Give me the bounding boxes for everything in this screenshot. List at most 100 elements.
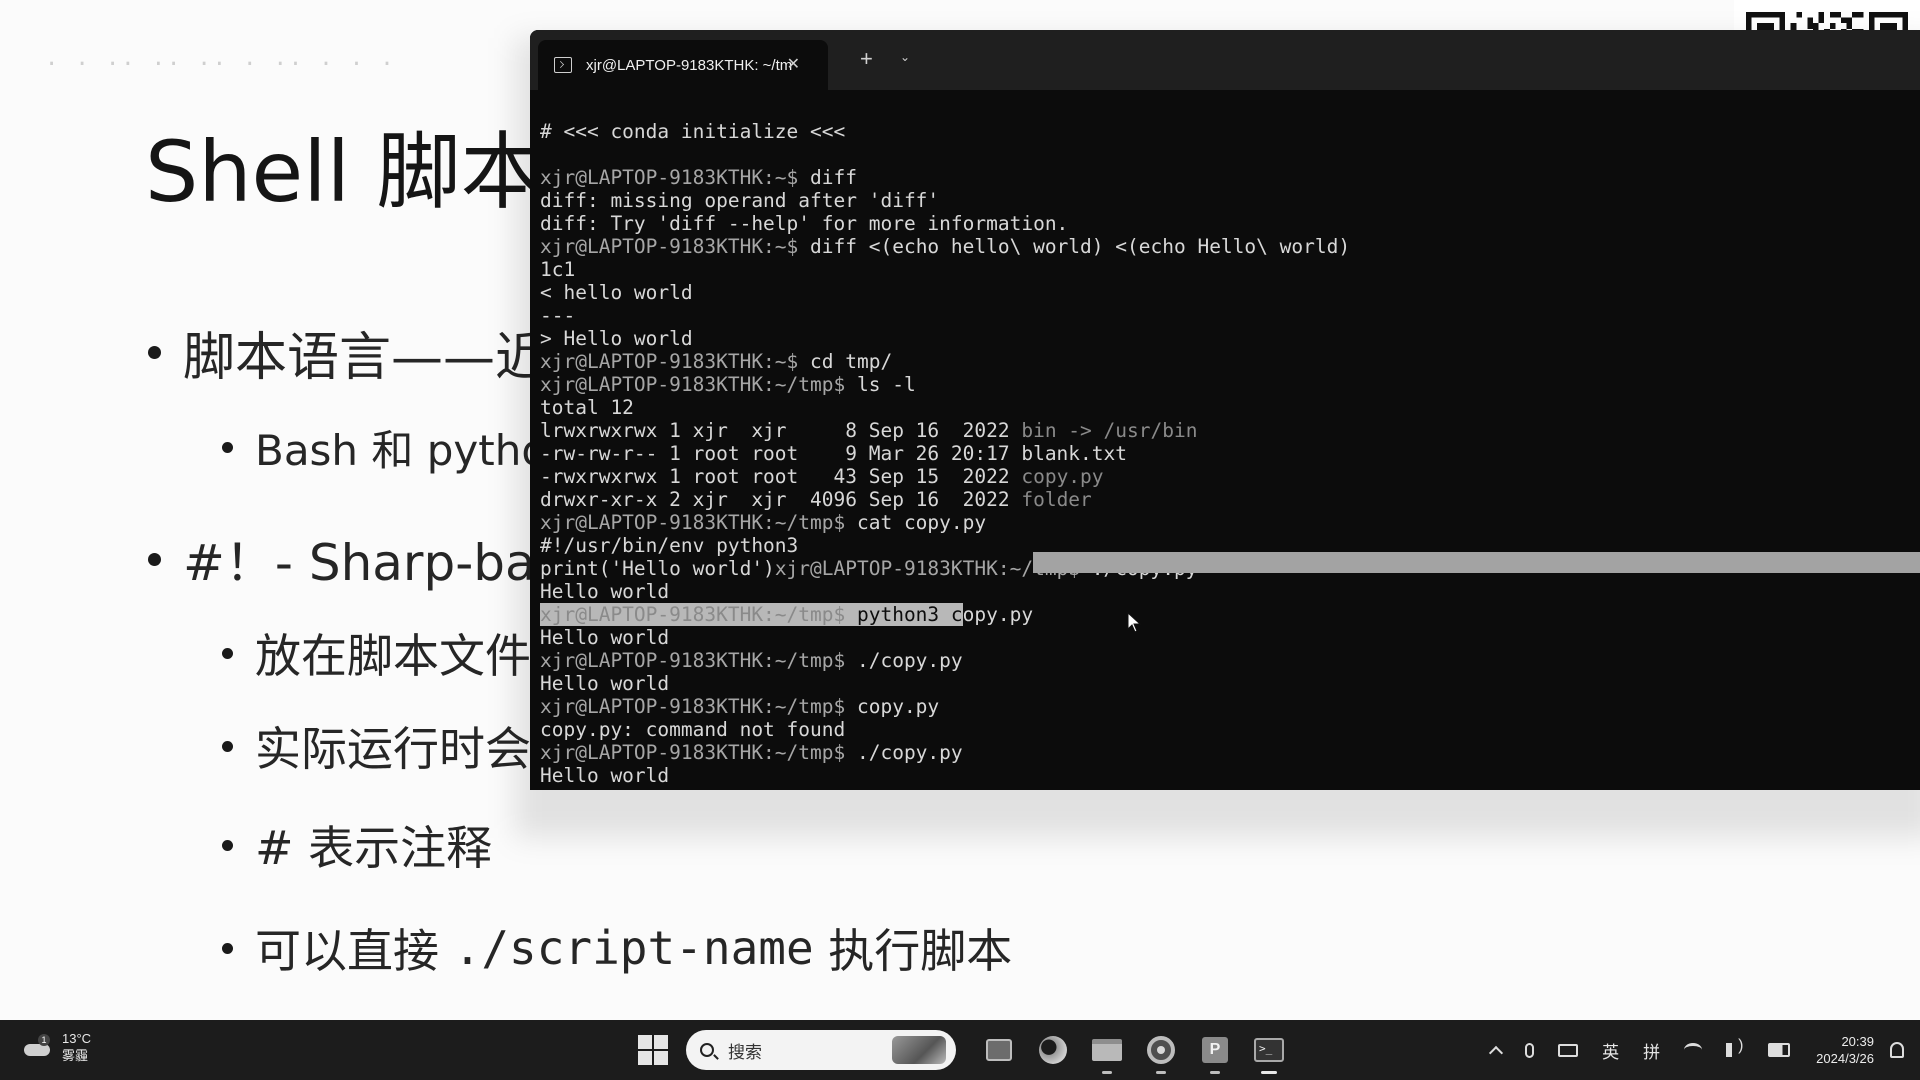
terminal-line: xjr@LAPTOP-9183KTHK:~/tmp$ ls -l [540, 373, 1920, 396]
ime-mode-button[interactable]: 拼 [1643, 1038, 1660, 1063]
terminal-text: diff <(echo hello\ world) <(echo Hello\ … [810, 235, 1351, 258]
terminal-line: xjr@LAPTOP-9183KTHK:~/tmp$ cat copy.py [540, 511, 1920, 534]
terminal-text: diff: missing operand after 'diff' [540, 189, 940, 212]
terminal-file-name: copy.py [1021, 465, 1104, 488]
powerpoint-icon: P [1202, 1037, 1228, 1063]
terminal-text: ./copy.py [856, 649, 963, 672]
chevron-down-icon[interactable]: ⌄ [900, 50, 910, 64]
terminal-text: copy.py [856, 695, 940, 718]
terminal-command: opy.py [962, 603, 1034, 626]
folder-icon [1092, 1039, 1122, 1061]
terminal-text: drwxr-xr-x 2 xjr xjr 4096 Sep 16 2022 [540, 488, 1022, 511]
terminal-taskbar-button[interactable]: >_ [1249, 1030, 1289, 1074]
bullet-level2: # 表示注释 [222, 812, 492, 878]
terminal-command: python3 c [856, 603, 963, 626]
edge-button[interactable] [1033, 1030, 1073, 1070]
start-button[interactable] [638, 1035, 668, 1065]
battery-icon [1768, 1043, 1791, 1057]
terminal-line: copy.py: command not found [540, 718, 1920, 741]
bullet-code: ./script-name [453, 921, 814, 975]
terminal-text: > Hello world [540, 327, 693, 350]
bullet-dot [222, 647, 233, 659]
terminal-text: ./copy.py [856, 741, 963, 764]
terminal-text: diff [810, 166, 857, 189]
terminal-line: xjr@LAPTOP-9183KTHK:~/tmp$ ./copy.py [540, 741, 1920, 764]
terminal-line: drwxr-xr-x 2 xjr xjr 4096 Sep 16 2022 fo… [540, 488, 1920, 511]
network-button[interactable] [1684, 1043, 1703, 1057]
notification-bell-icon[interactable] [1890, 1042, 1904, 1058]
bullet-text: Bash 和 pytho [255, 426, 548, 475]
terminal-line: xjr@LAPTOP-9183KTHK:~$ diff [540, 166, 1920, 189]
wifi-icon [1684, 1043, 1703, 1057]
bullet-dot [148, 552, 161, 566]
chrome-button[interactable] [1141, 1030, 1181, 1074]
terminal-output[interactable]: # <<< conda initialize <<< xjr@LAPTOP-918… [540, 120, 1920, 790]
terminal-text: lrwxrwxrwx 1 xjr xjr 8 Sep 16 2022 [540, 419, 1022, 442]
terminal-prompt: xjr@LAPTOP-9183KTHK:~$ [540, 166, 811, 189]
bullet-text: 执行脚本 [813, 924, 1013, 978]
taskbar-center: 搜索 P >_ [638, 1028, 1296, 1074]
bullet-level2: 实际运行时会 [222, 713, 531, 779]
mouse-pointer-icon [1127, 612, 1142, 633]
ime-language-button[interactable]: 英 [1602, 1038, 1619, 1063]
search-icon [700, 1043, 714, 1057]
powerpoint-button[interactable]: P [1195, 1030, 1235, 1074]
taskbar: 1 13°C 雾霾 搜索 P >_ 英 拼 20:39 2024/3/26 [0, 1020, 1920, 1080]
bullet-text: 可以直接 [255, 924, 454, 978]
bullet-dot [222, 839, 233, 851]
terminal-prompt: xjr@LAPTOP-9183KTHK:~/tmp$ [540, 741, 857, 764]
slide-header-artifact: · · ·· ·· ·· · ·· · · · [45, 52, 396, 77]
terminal-prompt: xjr@LAPTOP-9183KTHK:~/tmp$ [540, 695, 857, 718]
task-view-icon [986, 1039, 1012, 1061]
bullet-level1: 脚本语言——近 [148, 315, 547, 390]
clock[interactable]: 20:39 2024/3/26 [1816, 1033, 1874, 1067]
slide-title: Shell 脚本 [145, 123, 545, 221]
terminal-text: -rw-rw-r-- 1 root root 9 Mar 26 20:17 bl… [540, 442, 1127, 465]
battery-button[interactable] [1768, 1043, 1791, 1057]
weather-widget[interactable]: 1 13°C 雾霾 [24, 1030, 91, 1064]
text-selection-highlight [1033, 552, 1920, 573]
new-tab-button[interactable]: + [860, 48, 873, 70]
bullet-dot [148, 346, 161, 359]
running-indicator [1156, 1071, 1166, 1074]
bullet-level2: 放在脚本文件 [222, 620, 531, 686]
terminal-icon [554, 57, 572, 73]
cloud-icon [24, 1044, 50, 1056]
bullet-text: 脚本语言——近 [183, 328, 548, 388]
terminal-text: print('Hello world') [540, 557, 775, 580]
terminal-text: Hello world [540, 580, 670, 603]
bullet-dot [222, 442, 233, 453]
terminal-tab[interactable]: xjr@LAPTOP-9183KTHK: ~/tm ✕ [538, 40, 828, 90]
bullet-level2: Bash 和 pytho [222, 417, 547, 478]
bullet-dot [222, 740, 233, 752]
terminal-prompt: xjr@LAPTOP-9183KTHK:~/tmp$ [540, 649, 857, 672]
weather-desc: 雾霾 [62, 1048, 89, 1063]
show-hidden-icons-button[interactable] [1489, 1043, 1504, 1060]
system-tray: 英 拼 20:39 2024/3/26 [1479, 1020, 1920, 1080]
running-indicator [1210, 1071, 1220, 1074]
terminal-window[interactable]: xjr@LAPTOP-9183KTHK: ~/tm ✕ + ⌄ # <<< co… [530, 30, 1920, 790]
search-placeholder: 搜索 [728, 1042, 762, 1062]
terminal-text: cd tmp/ [810, 350, 893, 373]
terminal-text: cat copy.py [856, 511, 987, 534]
search-highlight-image [892, 1036, 946, 1064]
terminal-line: xjr@LAPTOP-9183KTHK:~$ cd tmp/ [540, 350, 1920, 373]
touch-keyboard-button[interactable] [1558, 1043, 1579, 1057]
terminal-line: diff: Try 'diff --help' for more informa… [540, 212, 1920, 235]
file-explorer-button[interactable] [1087, 1030, 1127, 1074]
terminal-text: diff: Try 'diff --help' for more informa… [540, 212, 1069, 235]
bullet-level2: 可以直接 ./script-name 执行脚本 [222, 915, 1012, 981]
volume-button[interactable] [1726, 1037, 1744, 1057]
taskbar-search[interactable]: 搜索 [686, 1030, 956, 1070]
task-view-button[interactable] [979, 1030, 1019, 1070]
microphone-button[interactable] [1525, 1042, 1535, 1058]
terminal-prompt: xjr@LAPTOP-9183KTHK:~/tmp$ [540, 373, 857, 396]
terminal-prompt: xjr@LAPTOP-9183KTHK:~$ [540, 350, 811, 373]
close-icon[interactable]: ✕ [787, 54, 800, 74]
edge-icon [1039, 1036, 1067, 1064]
terminal-text: Hello world [540, 626, 670, 649]
terminal-text: copy.py: command not found [540, 718, 846, 741]
terminal-line: xjr@LAPTOP-9183KTHK:~/tmp$ python3 copy.… [540, 603, 1920, 626]
bullet-text: # 表示注释 [255, 821, 493, 875]
terminal-line: total 12 [540, 396, 1920, 419]
